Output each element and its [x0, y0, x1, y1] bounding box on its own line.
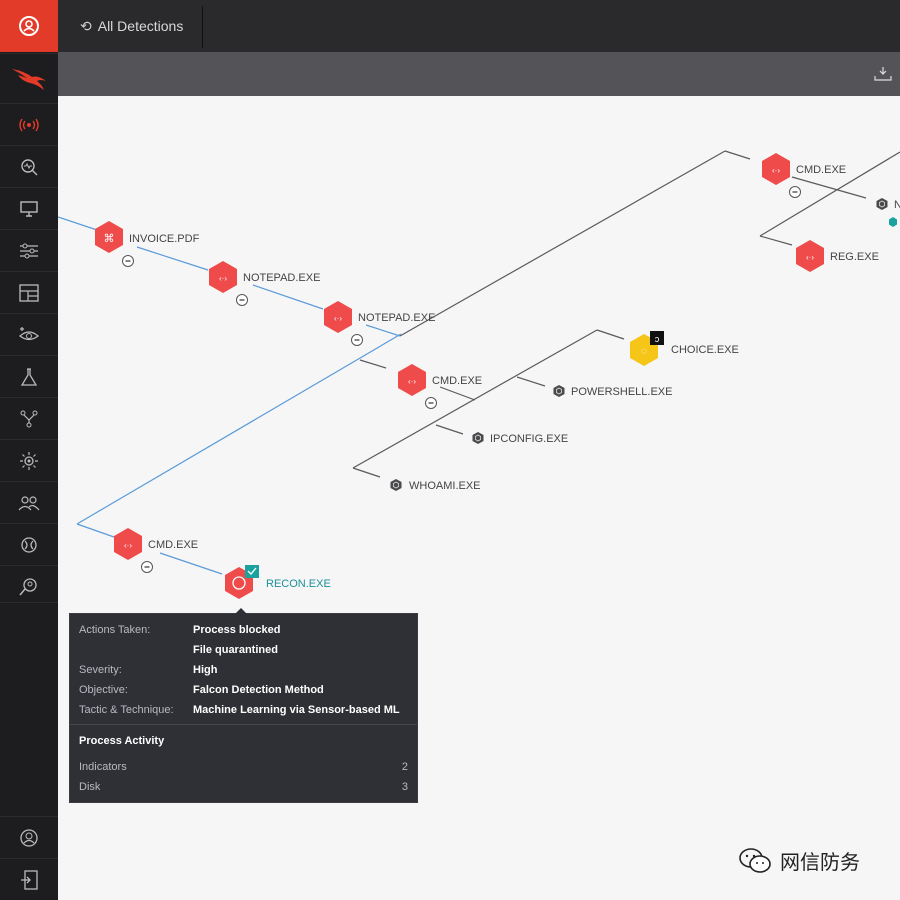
activity-count: 2: [401, 761, 408, 773]
user-circle-icon[interactable]: [0, 0, 58, 52]
node-powershell[interactable]: POWERSHELL.EXE: [553, 384, 673, 398]
row-value: High: [193, 664, 218, 676]
left-nav-sidebar: [0, 0, 58, 900]
node-label: IPCONFIG.EXE: [490, 433, 568, 445]
node-label: CHOICE.EXE: [671, 344, 739, 356]
sun-target-icon[interactable]: [0, 439, 58, 481]
node-label: N: [894, 199, 900, 211]
row-key: [79, 644, 193, 656]
activity-disk[interactable]: Disk 3: [79, 781, 408, 793]
all-detections-link[interactable]: ⟲ All Detections: [80, 0, 183, 52]
detection-tooltip: Actions Taken: Process blocked File quar…: [69, 608, 418, 803]
monitor-icon[interactable]: [0, 187, 58, 229]
row-key: Objective:: [79, 684, 128, 696]
svg-text:⌘: ⌘: [104, 233, 115, 245]
svg-text:ↄ: ↄ: [655, 334, 660, 344]
node-cmd-top[interactable]: ‹·› CMD.EXE: [762, 153, 846, 199]
svg-text:‹·›: ‹·›: [806, 253, 814, 262]
svg-text:◌: ◌: [641, 346, 647, 357]
node-choice[interactable]: ↄ ◌ CHOICE.EXE: [630, 331, 739, 366]
gear-icon[interactable]: [0, 523, 58, 565]
activity-count: 3: [401, 781, 408, 793]
node-label: WHOAMI.EXE: [409, 480, 481, 492]
row-key: Actions Taken:: [79, 624, 151, 636]
node-label: NOTEPAD.EXE: [358, 312, 435, 324]
node-label: NOTEPAD.EXE: [243, 272, 320, 284]
top-bar: ⟲ All Detections: [58, 0, 900, 52]
node-notepad-1[interactable]: ‹·› NOTEPAD.EXE: [209, 261, 320, 307]
node-notepad-2[interactable]: ‹·› NOTEPAD.EXE: [324, 301, 435, 347]
row-value: Falcon Detection Method: [193, 684, 324, 696]
activity-label: Indicators: [79, 761, 127, 773]
download-icon[interactable]: [874, 65, 892, 81]
node-reg[interactable]: ‹·› REG.EXE: [796, 240, 879, 272]
falcon-logo[interactable]: [0, 53, 58, 102]
logout-icon[interactable]: [0, 858, 58, 900]
back-label: All Detections: [97, 18, 184, 34]
tooltip-row: Actions Taken: Process blocked: [79, 624, 280, 636]
row-value: Process blocked: [193, 624, 281, 636]
sidebar-divider: [0, 602, 58, 603]
svg-text:‹·›: ‹·›: [124, 541, 132, 550]
node-label: INVOICE.PDF: [129, 233, 200, 245]
watermark: 网信防务: [738, 846, 860, 875]
watermark-text: 网信防务: [780, 852, 860, 874]
node-label: CMD.EXE: [148, 539, 198, 551]
svg-text:‹·›: ‹·›: [219, 274, 227, 283]
node-label: RECON.EXE: [266, 578, 331, 590]
activity-indicators[interactable]: Indicators 2: [79, 761, 408, 773]
tooltip-row: Severity: High: [79, 664, 217, 676]
toolbar: [58, 52, 900, 96]
tooltip-row: Tactic & Technique: Machine Learning via…: [79, 704, 400, 716]
node-cmd-low[interactable]: ‹·› CMD.EXE: [114, 528, 198, 574]
flask-icon[interactable]: [0, 355, 58, 397]
node-whoami[interactable]: WHOAMI.EXE: [390, 478, 481, 492]
tooltip-row: Objective: Falcon Detection Method: [79, 684, 324, 696]
search-activity-icon[interactable]: [0, 145, 58, 187]
svg-text:‹·›: ‹·›: [772, 166, 780, 175]
node-recon[interactable]: RECON.EXE: [225, 565, 331, 599]
search-user-icon[interactable]: [0, 565, 58, 607]
topbar-divider: [202, 6, 203, 48]
process-activity-title: Process Activity: [79, 735, 165, 747]
eye-plus-icon[interactable]: [0, 313, 58, 355]
broadcast-icon[interactable]: [0, 103, 58, 145]
svg-text:‹·›: ‹·›: [334, 314, 342, 323]
users-icon[interactable]: [0, 481, 58, 523]
node-label: CMD.EXE: [432, 375, 482, 387]
row-key: Severity:: [79, 664, 122, 676]
tooltip-row: File quarantined: [79, 644, 278, 656]
sliders-icon[interactable]: [0, 229, 58, 271]
activity-label: Disk: [79, 781, 101, 793]
row-key: Tactic & Technique:: [79, 704, 174, 716]
dashboard-icon[interactable]: [0, 271, 58, 313]
branch-icon[interactable]: [0, 397, 58, 439]
row-value: File quarantined: [193, 644, 278, 656]
account-icon[interactable]: [0, 816, 58, 858]
undo-arrow-icon: ⟲: [80, 17, 92, 34]
node-ipconfig[interactable]: IPCONFIG.EXE: [472, 431, 569, 445]
svg-text:‹·›: ‹·›: [408, 377, 416, 386]
tree-edges: [58, 150, 900, 575]
tooltip-divider: [70, 724, 417, 725]
node-partial[interactable]: N: [876, 197, 900, 227]
tooltip-caret: [235, 608, 247, 614]
node-label: POWERSHELL.EXE: [571, 386, 672, 398]
node-label: REG.EXE: [830, 251, 879, 263]
wechat-logo-icon: [739, 847, 771, 873]
row-value: Machine Learning via Sensor-based ML: [193, 704, 400, 716]
node-invoice[interactable]: ⌘ INVOICE.PDF: [95, 221, 200, 268]
node-label: CMD.EXE: [796, 164, 846, 176]
